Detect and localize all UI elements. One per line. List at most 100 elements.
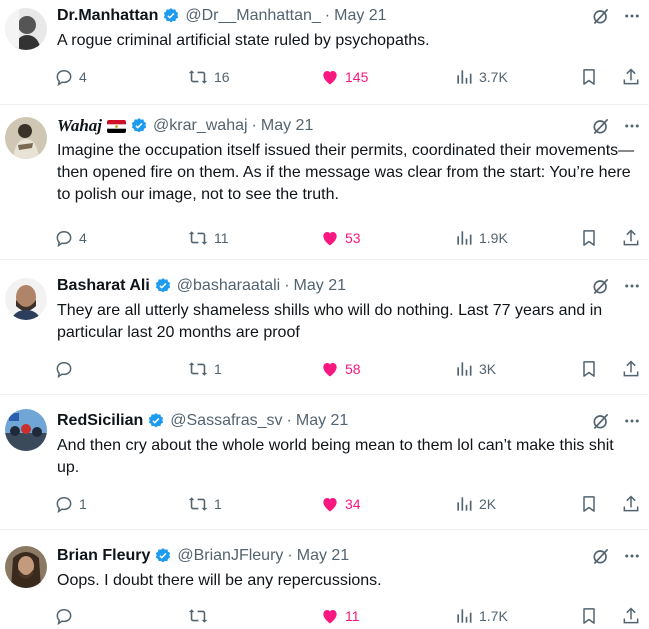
heart-filled-icon [323,498,337,512]
retweet-button[interactable]: 1 [187,359,222,379]
separator-dot: · [284,277,290,294]
reply-button[interactable]: 4 [54,228,87,248]
like-button[interactable]: 11 [320,606,360,626]
share-button[interactable] [621,67,641,87]
more-options-icon[interactable] [623,277,641,295]
user-handle[interactable]: @Sassafras_sv [170,412,282,430]
user-handle[interactable]: @Dr__Manhattan_ [185,7,320,25]
views-button[interactable]: 3K [454,359,496,379]
bookmark-button[interactable] [579,67,599,87]
like-button[interactable]: 145 [320,67,368,87]
bookmark-button[interactable] [579,606,599,626]
tweet-item[interactable]: Wahaj @krar_wahaj · May 21 Imagine the o… [0,105,649,260]
display-name[interactable]: Brian Fleury [57,547,150,565]
like-count: 145 [345,69,369,85]
avatar[interactable] [5,278,47,320]
grok-icon[interactable] [591,116,611,136]
share-icon [623,607,639,624]
timeline-feed: Dr.Manhattan @Dr__Manhattan_ · May 21 A … [0,0,649,629]
views-chart-icon [457,70,472,84]
tweet-date[interactable]: May 21 [334,7,386,25]
display-name[interactable]: RedSicilian [57,412,143,430]
bookmark-button[interactable] [579,494,599,514]
tweet-item[interactable]: Brian Fleury @BrianJFleury · May 21 Oops… [0,530,649,629]
views-button[interactable]: 1.9K [454,228,508,248]
reply-button[interactable] [54,606,79,626]
reply-count: 4 [79,230,87,246]
retweet-count: 16 [214,69,230,85]
retweet-count: 1 [214,496,222,512]
tweet-date[interactable]: May 21 [261,117,313,135]
views-button[interactable]: 2K [454,494,496,514]
user-handle[interactable]: @basharaatali [177,277,280,295]
heart-filled-icon [323,232,337,246]
like-button[interactable]: 53 [320,228,361,248]
avatar[interactable] [5,8,47,50]
share-button[interactable] [621,228,641,248]
tweet-date[interactable]: May 21 [296,412,348,430]
separator-dot: · [287,547,293,564]
avatar[interactable] [5,409,47,451]
display-name[interactable]: Wahaj [57,116,102,136]
more-options-icon[interactable] [623,547,641,565]
bookmark-icon [583,230,595,246]
like-count: 34 [345,496,361,512]
tweet-date[interactable]: May 21 [294,277,346,295]
retweet-count: 11 [214,230,229,246]
tweet-date[interactable]: May 21 [297,547,349,565]
retweet-icon [188,362,208,376]
retweet-button[interactable]: 11 [187,228,229,248]
tweet-text: They are all utterly shameless shills wh… [57,302,603,341]
egypt-flag-icon [107,119,127,133]
share-button[interactable] [621,494,641,514]
retweet-button[interactable]: 1 [187,494,222,514]
display-name[interactable]: Dr.Manhattan [57,7,158,25]
tweet-item[interactable]: RedSicilian @Sassafras_sv · May 21 And t… [0,395,649,530]
view-count: 3K [479,361,497,377]
tweet-item[interactable]: Basharat Ali @basharaatali · May 21 They… [0,260,649,395]
user-handle[interactable]: @krar_wahaj [153,117,248,135]
tweet-text: Oops. I doubt there will be any repercus… [57,572,382,589]
reply-icon [56,69,72,87]
share-icon [623,229,639,246]
tweet-text: A rogue criminal artificial state ruled … [57,32,430,49]
views-button[interactable]: 3.7K [454,67,508,87]
retweet-button[interactable] [187,606,214,626]
grok-icon[interactable] [591,546,611,566]
grok-icon[interactable] [591,411,611,431]
bookmark-button[interactable] [579,359,599,379]
avatar[interactable] [5,117,47,159]
views-button[interactable]: 1.7K [454,606,508,626]
share-button[interactable] [621,606,641,626]
reply-button[interactable]: 1 [54,494,87,514]
view-count: 1.9K [479,230,508,246]
heart-filled-icon [323,363,337,377]
view-count: 3.7K [479,69,508,85]
more-options-icon[interactable] [623,412,641,430]
like-count: 11 [345,608,360,624]
like-button[interactable]: 58 [320,359,361,379]
reply-count: 4 [79,69,87,85]
reply-button[interactable] [54,359,79,379]
bookmark-icon [583,608,595,624]
tweet-item[interactable]: Dr.Manhattan @Dr__Manhattan_ · May 21 A … [0,0,649,105]
reply-button[interactable]: 4 [54,67,87,87]
retweet-icon [188,70,208,84]
like-count: 53 [345,230,361,246]
like-button[interactable]: 34 [320,494,361,514]
more-options-icon[interactable] [623,7,641,25]
verified-badge-icon [147,412,165,430]
bookmark-button[interactable] [579,228,599,248]
grok-icon[interactable] [591,6,611,26]
user-handle[interactable]: @BrianJFleury [177,547,283,565]
more-options-icon[interactable] [623,117,641,135]
share-button[interactable] [621,359,641,379]
grok-icon[interactable] [591,276,611,296]
display-name[interactable]: Basharat Ali [57,277,150,295]
reply-count: 1 [79,496,87,512]
bookmark-icon [583,496,595,512]
retweet-button[interactable]: 16 [187,67,230,87]
bookmark-icon [583,361,595,377]
avatar[interactable] [5,546,47,588]
views-chart-icon [457,362,472,376]
